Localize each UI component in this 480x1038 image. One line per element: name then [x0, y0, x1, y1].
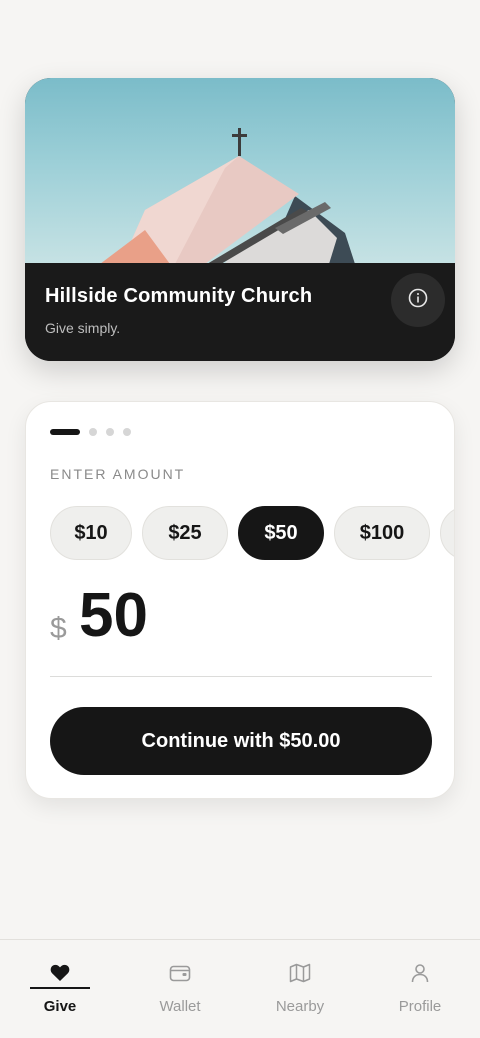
continue-button[interactable]: Continue with $50.00 — [50, 707, 432, 775]
step-dot-1 — [50, 429, 80, 435]
amount-label: ENTER AMOUNT — [50, 466, 186, 482]
nav-item-profile[interactable]: Profile — [360, 940, 480, 1038]
currency-symbol: $ — [50, 612, 67, 645]
church-card: Hillside Community Church Give simply. — [25, 78, 455, 361]
nav-item-wallet[interactable]: Wallet — [120, 940, 240, 1038]
info-button[interactable] — [391, 273, 445, 327]
step-dot-4 — [123, 428, 131, 436]
preset-25-button[interactable]: $25 — [142, 506, 228, 560]
preset-amounts: $10 $25 $50 $100 — [50, 506, 454, 560]
nav-label-nearby: Nearby — [275, 998, 325, 1015]
step-dot-2 — [89, 428, 97, 436]
nav-item-nearby[interactable]: Nearby — [240, 940, 360, 1038]
active-tab-indicator — [30, 987, 90, 989]
church-photo — [25, 78, 455, 264]
preset-10-button[interactable]: $10 — [50, 506, 132, 560]
step-indicator — [50, 428, 131, 436]
preset-100-button[interactable]: $100 — [334, 506, 430, 560]
preset-more-button[interactable] — [440, 506, 454, 560]
divider — [50, 676, 432, 677]
nav-item-give[interactable]: Give — [0, 940, 120, 1038]
nav-label-give: Give — [43, 998, 77, 1015]
step-dot-3 — [106, 428, 114, 436]
amount-value: 50 — [79, 581, 148, 650]
map-icon — [289, 962, 311, 984]
bottom-nav: Give Wallet Nearby Profile — [0, 939, 480, 1038]
info-icon — [407, 287, 429, 314]
heart-icon — [49, 962, 71, 984]
church-name: Hillside Community Church — [45, 285, 313, 307]
wallet-icon — [169, 962, 191, 984]
nav-label-profile: Profile — [398, 998, 442, 1015]
user-icon — [409, 962, 431, 984]
church-info: Hillside Community Church Give simply. — [25, 263, 455, 361]
nav-label-wallet: Wallet — [159, 998, 201, 1015]
amount-card: ENTER AMOUNT $10 $25 $50 $100 $ 50 Conti… — [25, 401, 455, 799]
preset-50-button[interactable]: $50 — [238, 506, 324, 560]
church-tagline: Give simply. — [45, 320, 121, 336]
